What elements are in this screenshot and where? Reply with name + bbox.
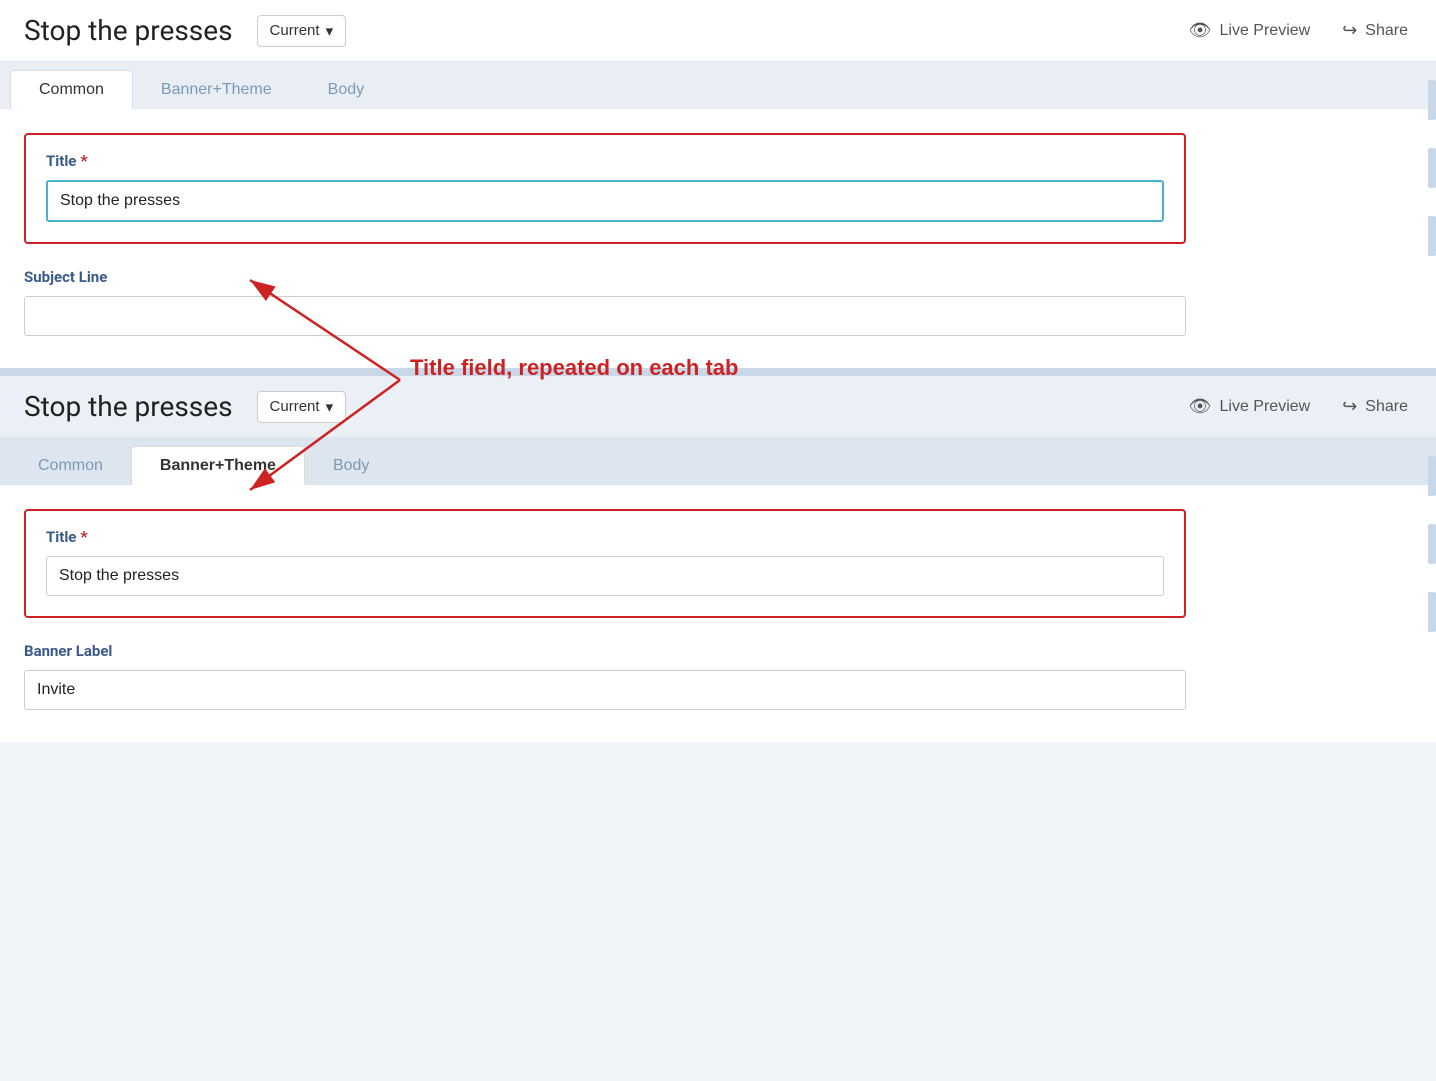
title-input-1[interactable]: [46, 180, 1164, 222]
tab-body-1[interactable]: Body: [300, 70, 392, 109]
subject-section-1: Subject Line: [24, 268, 1186, 336]
title-label-1: Title *: [46, 151, 1164, 170]
live-preview-label-1: Live Preview: [1220, 22, 1311, 40]
tab-content-2: Title * Banner Label: [0, 485, 1210, 742]
title-required-star-1: *: [80, 151, 87, 170]
panel-1-header: Stop the presses Current ▾ 👁 Live Previe…: [0, 0, 1436, 62]
version-label-2: Current: [270, 398, 320, 415]
version-dropdown-1[interactable]: Current ▾: [257, 15, 347, 47]
eye-icon-2: 👁: [1189, 396, 1212, 417]
title-section-box-1: Title *: [24, 133, 1186, 244]
title-input-2[interactable]: [46, 556, 1164, 596]
share-icon-1: ↪: [1342, 20, 1357, 41]
indicator-6: [1428, 592, 1436, 632]
title-label-2: Title *: [46, 527, 1164, 546]
title-section-box-2: Title *: [24, 509, 1186, 618]
banner-label-2: Banner Label: [24, 642, 1186, 660]
tab-bar-1: Common Banner+Theme Body: [0, 62, 1436, 109]
tab-body-2[interactable]: Body: [305, 446, 397, 485]
tab-banner-theme-2[interactable]: Banner+Theme: [131, 446, 305, 485]
tab-content-1: Title * Subject Line: [0, 109, 1210, 368]
chevron-down-icon-1: ▾: [326, 22, 334, 40]
banner-input-2[interactable]: [24, 670, 1186, 710]
page-title-1: Stop the presses: [24, 14, 233, 47]
version-dropdown-2[interactable]: Current ▾: [257, 391, 347, 423]
eye-icon-1: 👁: [1189, 20, 1212, 41]
banner-section-2: Banner Label: [24, 642, 1186, 710]
share-button-2[interactable]: ↪ Share: [1334, 390, 1416, 423]
right-indicators-2: [1428, 456, 1436, 632]
live-preview-label-2: Live Preview: [1220, 398, 1311, 416]
panel-2: Stop the presses Current ▾ 👁 Live Previe…: [0, 372, 1436, 742]
indicator-3: [1428, 216, 1436, 256]
live-preview-button-1[interactable]: 👁 Live Preview: [1181, 14, 1319, 47]
tab-common-1[interactable]: Common: [10, 70, 133, 109]
title-required-star-2: *: [80, 527, 87, 546]
indicator-1: [1428, 80, 1436, 120]
indicator-4: [1428, 456, 1436, 496]
tab-common-2[interactable]: Common: [10, 446, 131, 485]
indicator-5: [1428, 524, 1436, 564]
panel-2-header: Stop the presses Current ▾ 👁 Live Previe…: [0, 376, 1436, 438]
tab-banner-theme-1[interactable]: Banner+Theme: [133, 70, 300, 109]
tab-bar-2: Common Banner+Theme Body: [0, 438, 1436, 485]
share-label-2: Share: [1365, 398, 1408, 416]
chevron-down-icon-2: ▾: [326, 398, 334, 416]
live-preview-button-2[interactable]: 👁 Live Preview: [1181, 390, 1319, 423]
page-title-2: Stop the presses: [24, 390, 233, 423]
share-button-1[interactable]: ↪ Share: [1334, 14, 1416, 47]
subject-input-1[interactable]: [24, 296, 1186, 336]
share-icon-2: ↪: [1342, 396, 1357, 417]
share-label-1: Share: [1365, 22, 1408, 40]
subject-label-1: Subject Line: [24, 268, 1186, 286]
right-indicators-1: [1428, 80, 1436, 256]
indicator-2: [1428, 148, 1436, 188]
version-label-1: Current: [270, 22, 320, 39]
panel-1: Stop the presses Current ▾ 👁 Live Previe…: [0, 0, 1436, 372]
